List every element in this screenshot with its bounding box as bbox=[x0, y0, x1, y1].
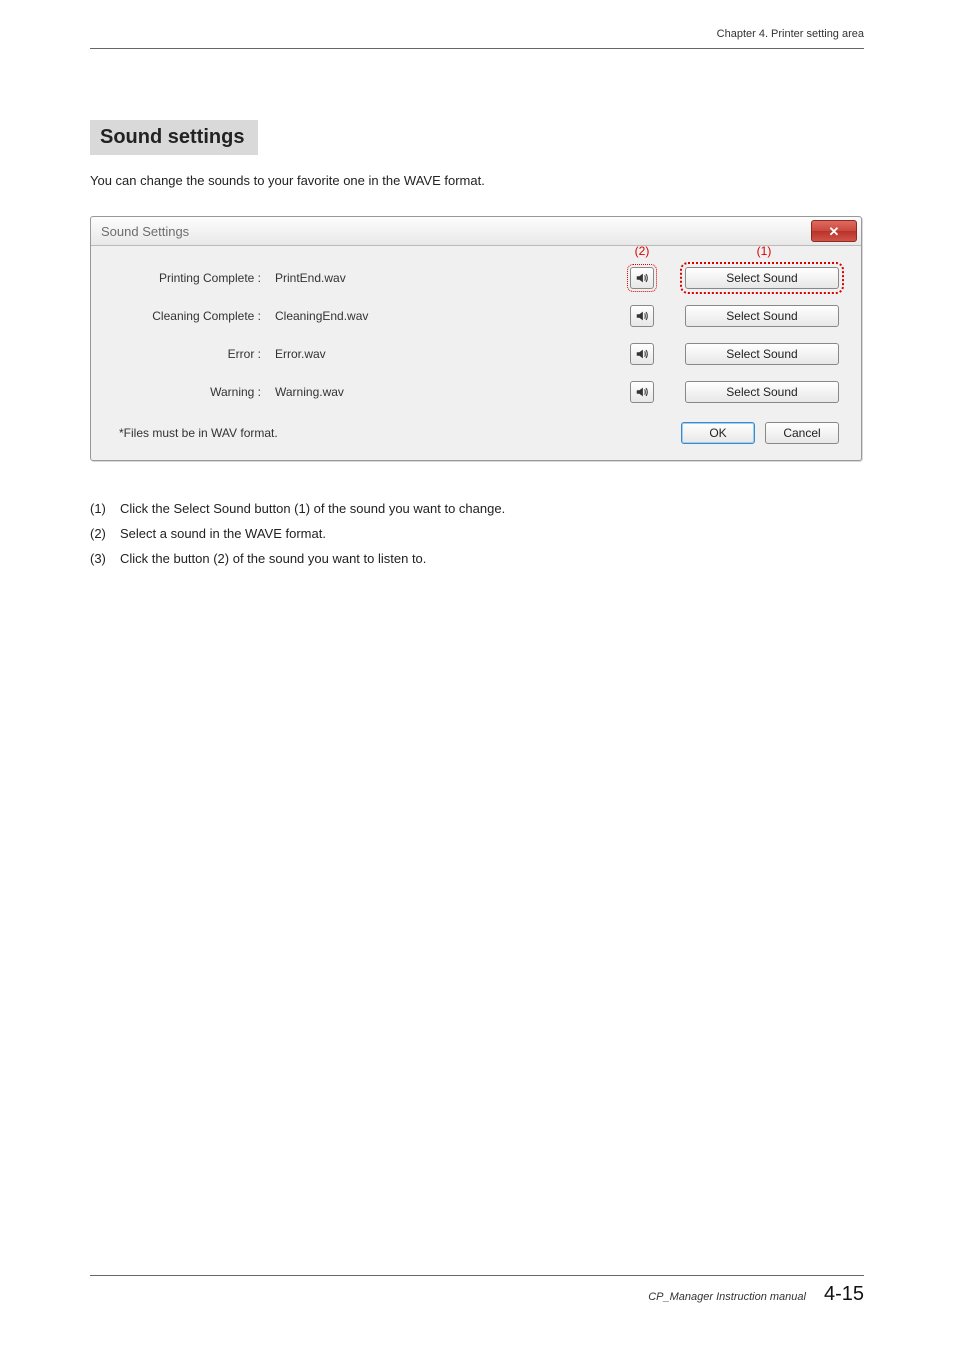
steps-list: (1)Click the Select Sound button (1) of … bbox=[90, 501, 864, 566]
page-number: 4-15 bbox=[824, 1283, 864, 1306]
ok-button[interactable]: OK bbox=[681, 422, 755, 444]
play-column bbox=[627, 305, 657, 327]
step-text: Select a sound in the WAVE format. bbox=[120, 526, 864, 541]
step-number: (3) bbox=[90, 551, 120, 566]
sound-row: Warning :Warning.wav Select Sound bbox=[113, 378, 839, 406]
play-sound-button[interactable] bbox=[630, 267, 654, 289]
footer: CP_Manager Instruction manual 4-15 bbox=[648, 1283, 864, 1306]
cancel-button[interactable]: Cancel bbox=[765, 422, 839, 444]
row-label: Printing Complete : bbox=[113, 271, 267, 285]
row-filename: CleaningEnd.wav bbox=[267, 309, 627, 323]
step-number: (2) bbox=[90, 526, 120, 541]
select-sound-button[interactable]: Select Sound bbox=[685, 305, 839, 327]
sound-row: Cleaning Complete :CleaningEnd.wav Select… bbox=[113, 302, 839, 330]
close-icon: ✕ bbox=[829, 225, 840, 238]
dialog-body: (2) (1) Printing Complete :PrintEnd.wav S… bbox=[91, 246, 861, 460]
row-filename: Error.wav bbox=[267, 347, 627, 361]
speaker-icon bbox=[635, 385, 649, 399]
row-label: Warning : bbox=[113, 385, 267, 399]
row-label: Cleaning Complete : bbox=[113, 309, 267, 323]
step-text: Click the Select Sound button (1) of the… bbox=[120, 501, 864, 516]
speaker-icon bbox=[635, 347, 649, 361]
select-sound-button[interactable]: Select Sound bbox=[685, 381, 839, 403]
section-intro: You can change the sounds to your favori… bbox=[90, 173, 864, 188]
dialog-title: Sound Settings bbox=[101, 224, 811, 239]
select-column: Select Sound bbox=[657, 267, 839, 289]
step-number: (1) bbox=[90, 501, 120, 516]
play-column bbox=[627, 381, 657, 403]
annotation-2: (2) bbox=[627, 244, 657, 258]
play-sound-button[interactable] bbox=[630, 381, 654, 403]
format-note: *Files must be in WAV format. bbox=[113, 426, 671, 440]
footer-docname: CP_Manager Instruction manual bbox=[648, 1291, 806, 1303]
row-label: Error : bbox=[113, 347, 267, 361]
annotation-row: (2) (1) bbox=[627, 244, 839, 258]
step-item: (1)Click the Select Sound button (1) of … bbox=[90, 501, 864, 516]
play-column bbox=[627, 343, 657, 365]
chapter-header: Chapter 4. Printer setting area bbox=[717, 28, 864, 40]
select-column: Select Sound bbox=[657, 343, 839, 365]
footer-rule bbox=[90, 1275, 864, 1276]
annotation-1: (1) bbox=[689, 244, 839, 258]
speaker-icon bbox=[635, 271, 649, 285]
close-button[interactable]: ✕ bbox=[811, 220, 857, 242]
play-column bbox=[627, 267, 657, 289]
section-title: Sound settings bbox=[90, 120, 258, 155]
row-filename: PrintEnd.wav bbox=[267, 271, 627, 285]
row-filename: Warning.wav bbox=[267, 385, 627, 399]
select-column: Select Sound bbox=[657, 305, 839, 327]
select-column: Select Sound bbox=[657, 381, 839, 403]
dialog-titlebar: Sound Settings ✕ bbox=[91, 217, 861, 246]
dialog-bottom-row: *Files must be in WAV format. OK Cancel bbox=[113, 422, 839, 444]
select-sound-button[interactable]: Select Sound bbox=[685, 343, 839, 365]
step-item: (3)Click the button (2) of the sound you… bbox=[90, 551, 864, 566]
sound-row: Error :Error.wav Select Sound bbox=[113, 340, 839, 368]
select-sound-button[interactable]: Select Sound bbox=[685, 267, 839, 289]
speaker-icon bbox=[635, 309, 649, 323]
header-rule bbox=[90, 48, 864, 49]
play-sound-button[interactable] bbox=[630, 305, 654, 327]
step-item: (2)Select a sound in the WAVE format. bbox=[90, 526, 864, 541]
sound-row: Printing Complete :PrintEnd.wav Select So… bbox=[113, 264, 839, 292]
play-sound-button[interactable] bbox=[630, 343, 654, 365]
sound-settings-dialog: Sound Settings ✕ (2) (1) Printing Comple… bbox=[90, 216, 862, 461]
step-text: Click the button (2) of the sound you wa… bbox=[120, 551, 864, 566]
